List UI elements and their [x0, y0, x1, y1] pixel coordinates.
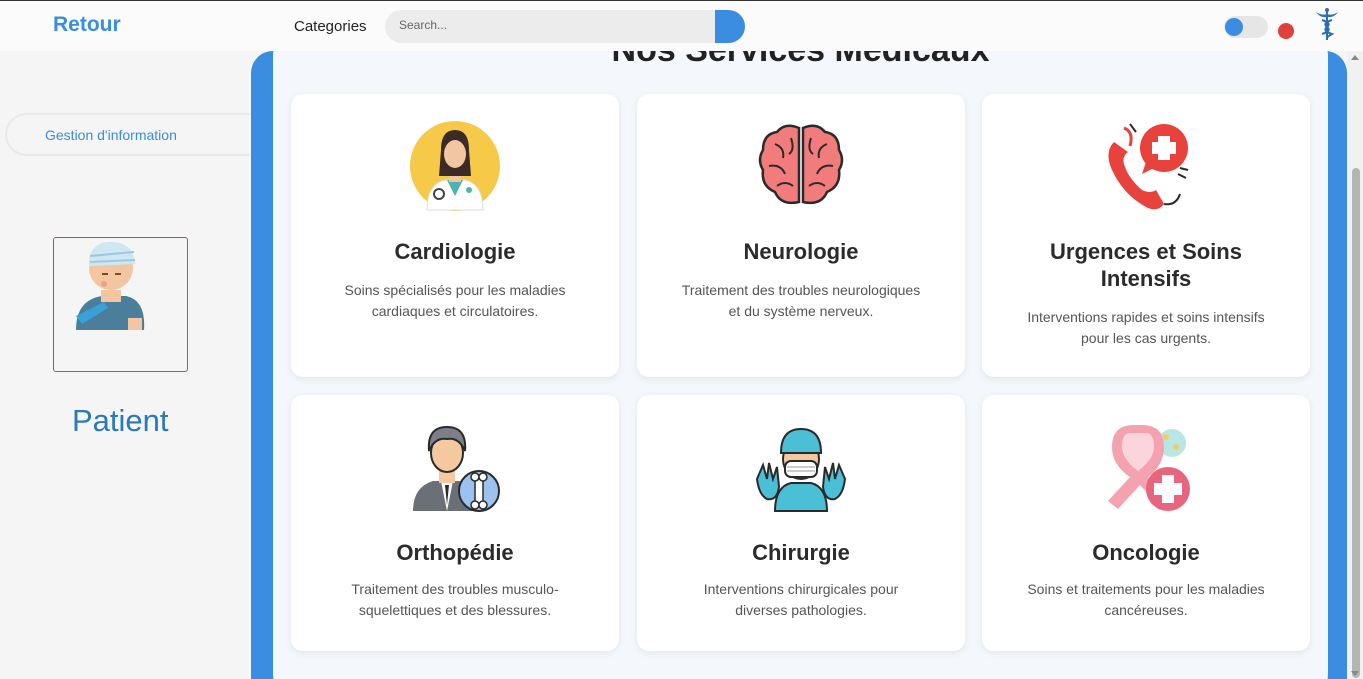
service-description: Traitement des troubles neurologiques et…: [681, 282, 921, 319]
service-card-orthopedie[interactable]: Orthopédie Traitement des troubles muscu…: [291, 395, 619, 651]
brain-icon: [758, 124, 844, 205]
role-label: Patient: [72, 403, 169, 438]
scroll-up-arrow-icon[interactable]: [1351, 55, 1359, 60]
service-title: Neurologie: [743, 239, 859, 264]
service-description: Interventions rapides et soins intensifs…: [1027, 309, 1265, 346]
service-title: Urgences et Soins Intensifs: [1050, 239, 1242, 291]
service-description: Interventions chirurgicales pour diverse…: [703, 581, 899, 618]
cancer-ribbon-icon: [1108, 425, 1190, 511]
back-link[interactable]: Retour: [53, 13, 121, 37]
emergency-phone-icon: [1108, 123, 1189, 210]
search-button[interactable]: [715, 10, 745, 43]
service-title: Orthopédie: [396, 540, 514, 565]
categories-menu[interactable]: Categories: [294, 18, 367, 35]
doctor-icon: [410, 121, 500, 211]
service-description: Traitement des troubles musculo-squelett…: [351, 581, 559, 618]
service-card-urgences[interactable]: Urgences et Soins Intensifs Intervention…: [982, 94, 1310, 377]
toggle-knob: [1225, 18, 1243, 36]
top-bar: Retour Categories: [0, 0, 1363, 51]
search-input[interactable]: [399, 18, 719, 32]
sidebar-item-label: Gestion d'information: [45, 127, 177, 143]
injured-patient-icon: [76, 241, 145, 330]
service-title: Oncologie: [1092, 540, 1200, 565]
theme-toggle[interactable]: [1224, 16, 1268, 38]
service-card-oncologie[interactable]: Oncologie Soins et traitements pour les …: [982, 395, 1310, 651]
caduceus-icon: [1316, 8, 1338, 40]
scrollbar[interactable]: [1347, 51, 1363, 679]
service-title: Cardiologie: [394, 239, 516, 264]
services-panel: Nos Services Médicaux Cardiologie Soins …: [273, 30, 1328, 679]
avatar: [53, 237, 188, 372]
scroll-down-arrow-icon[interactable]: [1351, 671, 1359, 676]
service-card-neurologie[interactable]: Neurologie Traitement des troubles neuro…: [637, 94, 965, 377]
service-title: Chirurgie: [752, 540, 850, 565]
service-description: Soins et traitements pour les maladies c…: [1027, 581, 1265, 618]
service-card-chirurgie[interactable]: Chirurgie Interventions chirurgicales po…: [637, 395, 965, 651]
service-card-cardiologie[interactable]: Cardiologie Soins spécialisés pour les m…: [291, 94, 619, 377]
search-bar: [385, 10, 745, 43]
sidebar-item-gestion[interactable]: Gestion d'information: [5, 113, 250, 156]
surgeon-icon: [755, 427, 847, 512]
scrollbar-thumb[interactable]: [1352, 168, 1360, 678]
notification-dot[interactable]: [1278, 23, 1294, 39]
service-description: Soins spécialisés pour les maladies card…: [344, 282, 566, 319]
orthopedist-icon: [413, 425, 500, 512]
